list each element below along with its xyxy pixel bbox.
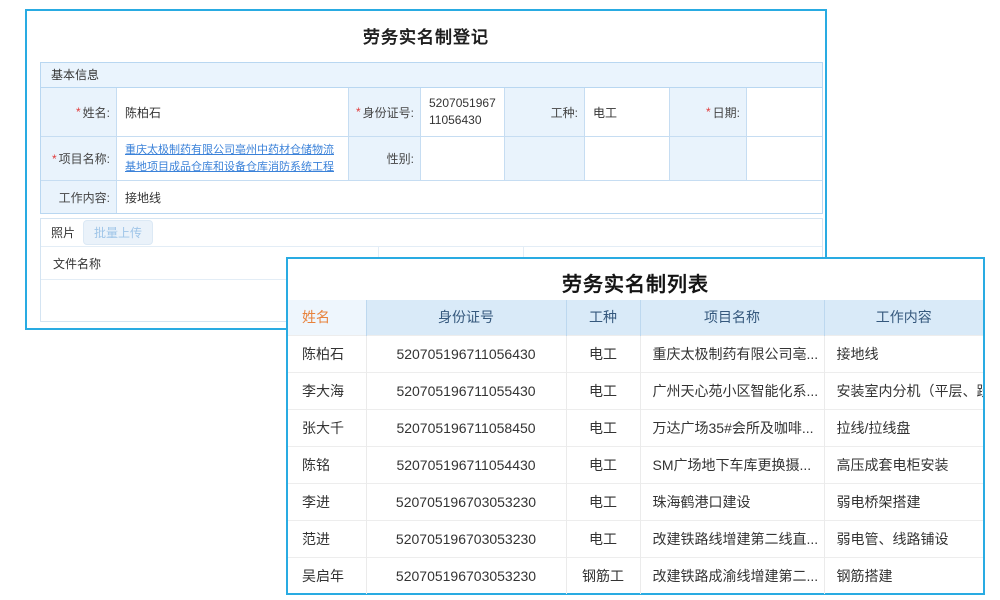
worker-work-cell: 安装室内分机（平层、跃...: [824, 372, 983, 409]
empty-value-cell: [746, 136, 822, 180]
table-body: 陈柏石 520705196711056430 电工 重庆太极制药有限公司亳...…: [288, 335, 983, 594]
work-field[interactable]: 接地线: [116, 180, 822, 213]
project-field: 重庆太极制药有限公司亳州中药材仓储物流基地项目成品仓库和设备仓库消防系统工程: [116, 136, 348, 180]
table-row: 张大千 520705196711058450 电工 万达广场35#会所及咖啡..…: [288, 409, 983, 446]
worker-job-cell: 电工: [566, 409, 640, 446]
column-header-job: 工种: [566, 300, 640, 335]
id-field[interactable]: 520705196711056430: [420, 88, 504, 136]
id-label: * 身份证号:: [348, 88, 420, 136]
worker-work-cell: 接地线: [824, 335, 983, 372]
worker-job-cell: 电工: [566, 372, 640, 409]
worker-project-link[interactable]: 改建铁路成渝线增建第二...: [640, 557, 824, 594]
project-link[interactable]: 重庆太极制药有限公司亳州中药材仓储物流基地项目成品仓库和设备仓库消防系统工程: [125, 142, 340, 175]
worker-work-cell: 高压成套电柜安装: [824, 446, 983, 483]
table-row: 陈柏石 520705196711056430 电工 重庆太极制药有限公司亳...…: [288, 335, 983, 372]
worker-job-cell: 电工: [566, 520, 640, 557]
table-row: 陈铭 520705196711054430 电工 SM广场地下车库更换摄... …: [288, 446, 983, 483]
project-label: * 项目名称:: [41, 136, 116, 180]
name-field[interactable]: 陈柏石: [116, 88, 348, 136]
basic-info-grid: * 姓名: 陈柏石 * 身份证号: 520705196711056430 工种:…: [41, 88, 822, 213]
job-label: 工种:: [504, 88, 584, 136]
registration-title: 劳务实名制登记: [27, 23, 825, 48]
column-header-work: 工作内容: [824, 300, 983, 335]
worker-id-cell: 520705196711054430: [366, 446, 566, 483]
worker-id-cell: 520705196711055430: [366, 372, 566, 409]
work-label: 工作内容:: [41, 180, 116, 213]
empty-label-cell: [669, 136, 746, 180]
worker-project-link[interactable]: 广州天心苑小区智能化系...: [640, 372, 824, 409]
required-marker: *: [356, 105, 361, 119]
worker-work-cell: 拉线/拉线盘: [824, 409, 983, 446]
required-marker: *: [52, 152, 57, 166]
worker-name-link[interactable]: 范进: [288, 520, 366, 557]
table-header-row: 姓名 身份证号 工种 项目名称 工作内容: [288, 300, 983, 335]
table-row: 李大海 520705196711055430 电工 广州天心苑小区智能化系...…: [288, 372, 983, 409]
worker-name-link[interactable]: 吴启年: [288, 557, 366, 594]
column-header-name: 姓名: [288, 300, 366, 335]
worker-work-cell: 弱电管、线路铺设: [824, 520, 983, 557]
worker-id-cell: 520705196703053230: [366, 520, 566, 557]
gender-field[interactable]: [420, 136, 504, 180]
worker-project-link[interactable]: 改建铁路线增建第二线直...: [640, 520, 824, 557]
worker-project-link[interactable]: 重庆太极制药有限公司亳...: [640, 335, 824, 372]
labor-table: 姓名 身份证号 工种 项目名称 工作内容 陈柏石 520705196711056…: [288, 300, 983, 594]
empty-value-cell: [584, 136, 669, 180]
batch-upload-button[interactable]: 批量上传: [83, 220, 153, 245]
gender-label: 性别:: [348, 136, 420, 180]
worker-work-cell: 钢筋搭建: [824, 557, 983, 594]
column-header-id: 身份证号: [366, 300, 566, 335]
worker-project-link[interactable]: 万达广场35#会所及咖啡...: [640, 409, 824, 446]
table-row: 范进 520705196703053230 电工 改建铁路线增建第二线直... …: [288, 520, 983, 557]
worker-id-cell: 520705196711056430: [366, 335, 566, 372]
date-label: * 日期:: [669, 88, 746, 136]
worker-project-link[interactable]: SM广场地下车库更换摄...: [640, 446, 824, 483]
basic-info-section: 基本信息 * 姓名: 陈柏石 * 身份证号: 52070519671105643…: [40, 62, 823, 214]
photo-label: 照片: [51, 224, 75, 241]
worker-name-link[interactable]: 李大海: [288, 372, 366, 409]
worker-job-cell: 钢筋工: [566, 557, 640, 594]
basic-info-section-header: 基本信息: [41, 63, 822, 88]
required-marker: *: [76, 105, 81, 119]
table-row: 吴启年 520705196703053230 钢筋工 改建铁路成渝线增建第二..…: [288, 557, 983, 594]
worker-name-link[interactable]: 陈柏石: [288, 335, 366, 372]
date-field[interactable]: [746, 88, 822, 136]
empty-label-cell: [504, 136, 584, 180]
worker-name-link[interactable]: 李进: [288, 483, 366, 520]
worker-work-cell: 弱电桥架搭建: [824, 483, 983, 520]
worker-name-link[interactable]: 陈铭: [288, 446, 366, 483]
table-row: 李进 520705196703053230 电工 珠海鹤港口建设 弱电桥架搭建: [288, 483, 983, 520]
name-label: * 姓名:: [41, 88, 116, 136]
column-header-project: 项目名称: [640, 300, 824, 335]
worker-job-cell: 电工: [566, 446, 640, 483]
labor-list-title: 劳务实名制列表: [288, 259, 983, 300]
worker-id-cell: 520705196703053230: [366, 557, 566, 594]
required-marker: *: [706, 105, 711, 119]
worker-name-link[interactable]: 张大千: [288, 409, 366, 446]
worker-job-cell: 电工: [566, 483, 640, 520]
labor-list-panel: 劳务实名制列表 姓名 身份证号 工种 项目名称 工作内容 陈柏石 5207051…: [286, 257, 985, 595]
worker-project-link[interactable]: 珠海鹤港口建设: [640, 483, 824, 520]
worker-id-cell: 520705196711058450: [366, 409, 566, 446]
worker-job-cell: 电工: [566, 335, 640, 372]
worker-id-cell: 520705196703053230: [366, 483, 566, 520]
job-field[interactable]: 电工: [584, 88, 669, 136]
photo-section-header: 照片 批量上传: [41, 219, 822, 247]
